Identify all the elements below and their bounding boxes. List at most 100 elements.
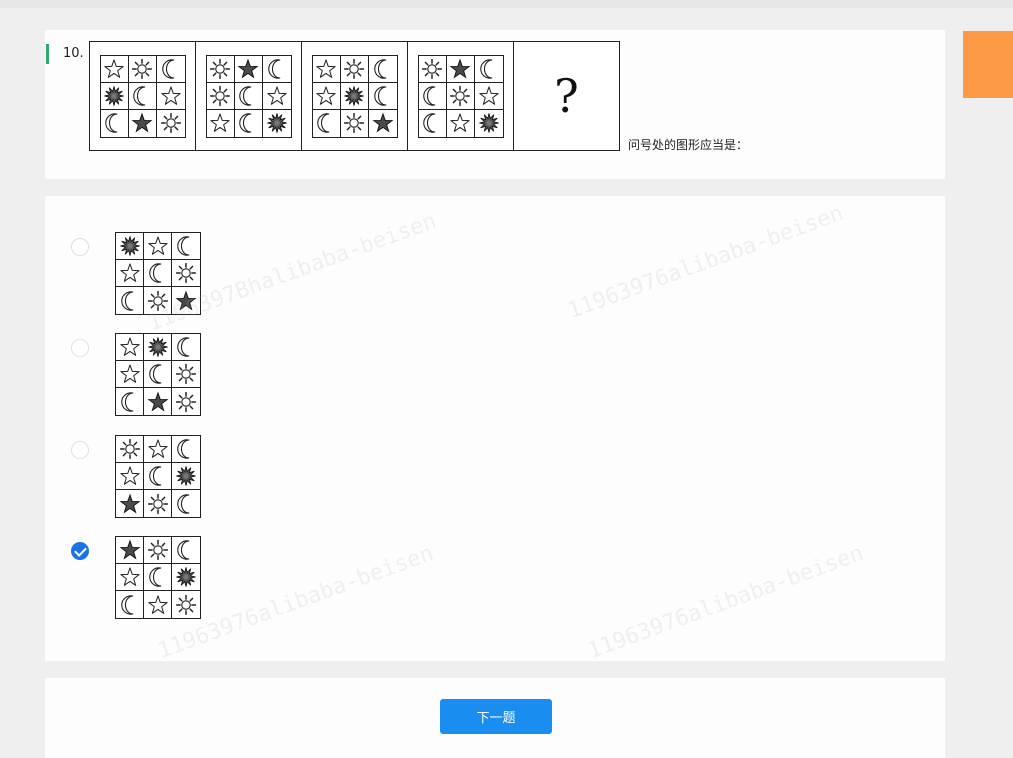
grid-cell: [144, 233, 172, 260]
star-icon: [119, 364, 140, 383]
grid-cell: [474, 56, 503, 83]
grid-cell: [144, 463, 172, 490]
sunburst-icon: [266, 113, 287, 133]
option-a[interactable]: [71, 232, 201, 315]
option-a-figure[interactable]: [115, 232, 201, 315]
grid-cell: [144, 260, 172, 287]
moon-icon: [317, 113, 330, 133]
option-c-radio[interactable]: [71, 441, 89, 459]
option-c-figure[interactable]: [115, 435, 201, 518]
top-bar: [0, 0, 1013, 8]
question-marker: [46, 44, 49, 64]
grid-cell: [172, 564, 200, 591]
sunburst-icon: [104, 85, 124, 106]
grid-cell: [368, 83, 397, 110]
grid-cell: [312, 55, 341, 83]
starfill-icon: [131, 112, 153, 133]
moon-icon: [133, 85, 146, 106]
sun-icon: [209, 85, 231, 106]
starfill-icon: [119, 493, 140, 513]
grid-cell: [263, 110, 291, 137]
sun-icon: [343, 112, 365, 134]
option-c[interactable]: [71, 435, 201, 518]
sunburst-icon: [176, 466, 196, 486]
question-card: 10. ? 问号处的图形应当是：: [45, 30, 945, 179]
starfill-icon: [119, 539, 140, 560]
grid-cell: [144, 436, 172, 463]
starfill-icon: [237, 58, 259, 78]
grid-cell: [447, 109, 475, 137]
grid-cell: [206, 82, 235, 110]
option-b[interactable]: [71, 333, 201, 416]
sun-icon: [147, 290, 168, 311]
moon-icon: [120, 290, 133, 311]
star-icon: [119, 567, 140, 586]
side-panel-tab[interactable]: [963, 31, 1013, 98]
grid-cell: [475, 110, 503, 137]
moon-icon: [267, 58, 280, 79]
grid-cell: [116, 591, 144, 618]
grid-cell: [172, 388, 200, 415]
grid-cell: [368, 56, 397, 83]
grid-cell: [144, 591, 172, 618]
symbol-grid: [205, 54, 292, 138]
moon-icon: [423, 85, 436, 106]
symbol-grid: [99, 54, 186, 138]
grid-cell: [128, 55, 157, 83]
sunburst-icon: [119, 236, 140, 256]
star-icon: [147, 594, 168, 614]
sunburst-icon: [176, 567, 196, 587]
star-icon: [450, 113, 470, 132]
starfill-icon: [147, 391, 168, 411]
figure-sequence: ?: [89, 41, 620, 151]
star-icon: [147, 439, 168, 458]
sun-icon: [119, 438, 140, 460]
grid-cell: [116, 361, 144, 388]
sequence-figure-2: [195, 41, 302, 151]
grid-cell: [172, 287, 200, 314]
sun-icon: [160, 112, 181, 134]
sun-icon: [449, 85, 471, 106]
grid-cell: [172, 260, 200, 287]
star-icon: [104, 58, 124, 78]
grid-cell: [446, 55, 475, 83]
moon-icon: [148, 466, 161, 486]
grid-cell: [262, 83, 291, 110]
option-b-radio[interactable]: [71, 339, 89, 357]
grid-cell: [172, 490, 200, 517]
moon-icon: [479, 58, 492, 79]
moon-icon: [373, 58, 386, 79]
moon-icon: [148, 567, 161, 587]
star-icon: [119, 466, 140, 485]
starfill-icon: [449, 58, 471, 78]
starfill-icon: [175, 290, 197, 310]
grid-cell: [116, 388, 144, 415]
grid-cell: [172, 361, 200, 388]
grid-cell: [474, 83, 503, 110]
sun-icon: [175, 391, 197, 412]
option-a-radio[interactable]: [71, 238, 89, 256]
moon-icon: [120, 391, 133, 412]
grid-cell: [116, 463, 144, 490]
question-prompt: 问号处的图形应当是：: [628, 138, 749, 152]
star-icon: [210, 113, 230, 132]
next-question-button[interactable]: 下一题: [440, 699, 552, 734]
option-b-figure[interactable]: [115, 333, 201, 416]
star-icon: [478, 85, 499, 105]
moon-icon: [120, 594, 133, 615]
grid-cell: [144, 287, 172, 314]
star-icon: [147, 236, 168, 255]
grid-cell: [172, 233, 200, 260]
grid-cell: [313, 109, 341, 137]
option-d-figure[interactable]: [115, 536, 201, 619]
star-icon: [316, 85, 336, 105]
moon-icon: [373, 85, 386, 106]
option-d[interactable]: [71, 536, 201, 619]
option-d-radio[interactable]: [71, 542, 89, 560]
star-icon: [160, 85, 181, 105]
grid-cell: [100, 55, 129, 83]
moon-icon: [423, 113, 436, 133]
grid-cell: [116, 490, 144, 517]
grid-cell: [144, 537, 172, 564]
sun-icon: [175, 594, 197, 615]
